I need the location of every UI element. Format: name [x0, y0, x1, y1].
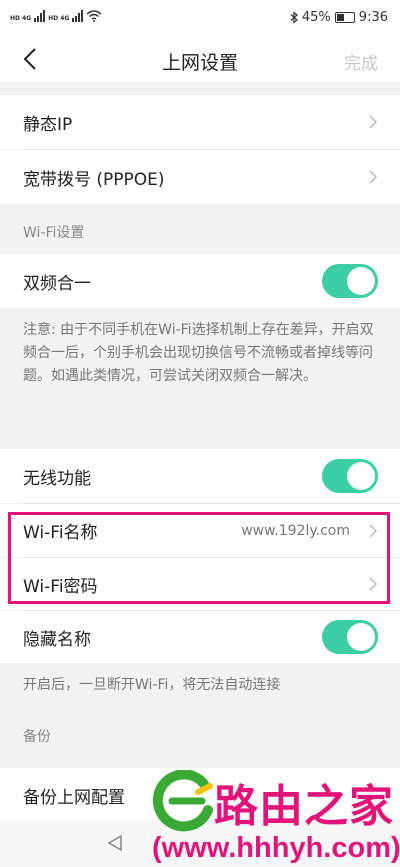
toggle-knob: [347, 462, 375, 490]
section-header-wifi: Wi-Fi设置: [23, 225, 85, 241]
hide-name-toggle[interactable]: [322, 620, 378, 654]
highlight-box: [8, 512, 390, 604]
battery-percent: 45%: [301, 10, 331, 25]
sim1-label: HD 4G: [10, 15, 32, 22]
section-header-backup: 备份: [23, 729, 51, 745]
signal-icon: [72, 10, 84, 22]
row-label: 备份上网配置: [23, 787, 125, 808]
row-dual-band: 双频合一: [0, 254, 400, 308]
signal-group: HD 4G HD 4G: [10, 10, 102, 22]
clock: 9:36: [358, 10, 388, 25]
row-label: 宽带拨号 (PPPOE): [23, 169, 165, 190]
back-triangle-icon[interactable]: [106, 834, 124, 852]
watermark: 路由之家 (www.hhhyh.com): [148, 764, 400, 867]
row-static-ip[interactable]: 静态IP: [0, 95, 400, 149]
row-label: 隐藏名称: [23, 629, 91, 650]
toggle-knob: [347, 267, 375, 295]
row-hide-name: 隐藏名称: [0, 611, 400, 663]
row-label: 静态IP: [23, 114, 73, 135]
row-pppoe[interactable]: 宽带拨号 (PPPOE): [0, 150, 400, 204]
done-button[interactable]: 完成: [344, 49, 378, 74]
bluetooth-icon: [290, 11, 298, 24]
row-wireless: 无线功能: [0, 449, 400, 503]
chevron-right-icon: [369, 115, 378, 129]
nav-bar: 上网设置 完成: [0, 36, 400, 82]
chevron-right-icon: [369, 170, 378, 184]
toggle-knob: [347, 623, 375, 651]
dual-band-note: 注意: 由于不同手机在Wi-Fi选择机制上存在差异，开启双频合一后，个别手机会出…: [0, 319, 400, 388]
dual-band-toggle[interactable]: [322, 264, 378, 298]
wireless-toggle[interactable]: [322, 459, 378, 493]
sim2-label: HD 4G: [48, 15, 70, 22]
signal-icon: [34, 10, 46, 22]
watermark-url: (www.hhhyh.com): [152, 832, 400, 864]
page-title: 上网设置: [161, 52, 238, 74]
status-bar: HD 4G HD 4G 45% 9:36: [0, 0, 400, 36]
brand-logo-icon: [152, 770, 213, 832]
watermark-brand: 路由之家: [214, 781, 394, 832]
hide-name-note: 开启后，一旦断开Wi-Fi，将无法自动连接: [0, 674, 400, 697]
wifi-icon: [86, 10, 102, 22]
battery-icon: [334, 12, 355, 23]
row-label: 双频合一: [23, 273, 91, 294]
row-label: 无线功能: [23, 468, 91, 489]
status-right: 45% 9:36: [290, 10, 388, 25]
